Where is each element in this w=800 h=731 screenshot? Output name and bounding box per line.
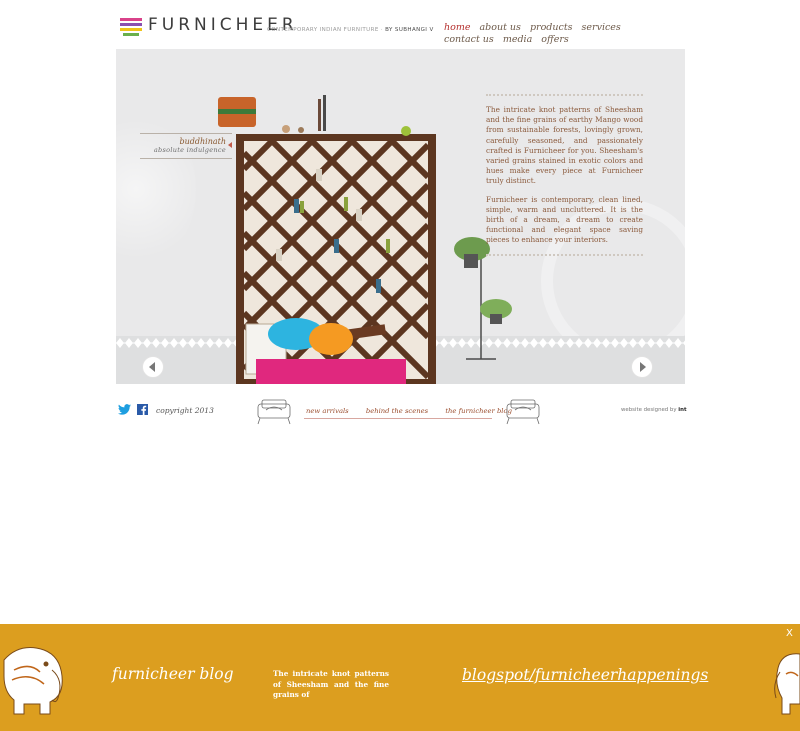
product-caption-subtitle: absolute indulgence — [153, 146, 226, 154]
site-logo[interactable]: FURNICHEER — [120, 16, 298, 36]
blog-banner-title: furnicheer blog — [112, 665, 234, 683]
footer-links: new arrivals behind the scenes the furni… — [306, 407, 527, 415]
slider-prev-button[interactable] — [142, 356, 164, 378]
hero-slider: buddhinath absolute indulgence The intri… — [116, 49, 685, 384]
blog-banner-snippet: The intricate knot patterns of Sheesham … — [273, 669, 389, 699]
hero-paragraph-2: Furnicheer is contemporary, clean lined,… — [486, 194, 643, 245]
footer-link-behind-the-scenes[interactable]: behind the scenes — [366, 407, 428, 415]
slider-next-button[interactable] — [631, 356, 653, 378]
copyright-text: copyright 2013 — [156, 406, 214, 415]
nav-item-about-us[interactable]: about us — [480, 22, 521, 33]
footer-links-section: new arrivals behind the scenes the furni… — [252, 396, 545, 428]
logo-mark-icon — [120, 18, 142, 36]
elephant-right-icon — [774, 653, 800, 715]
nav-item-contact-us[interactable]: contact us — [444, 34, 494, 45]
footer-link-new-arrivals[interactable]: new arrivals — [306, 407, 349, 415]
nav-item-services[interactable]: services — [582, 22, 621, 33]
divider-bottom — [486, 253, 643, 256]
tagline: CONTEMPORARY INDIAN FURNITURE · BY SUBHA… — [267, 27, 434, 33]
sofa-sketch-icon-right — [506, 399, 540, 425]
nav-item-media[interactable]: media — [503, 34, 532, 45]
nav-item-offers[interactable]: offers — [541, 34, 569, 45]
elephant-left-icon — [3, 647, 63, 715]
hero-description: The intricate knot patterns of Sheesham … — [486, 94, 643, 256]
tagline-author: BY SUBHANGI V — [385, 27, 434, 33]
social-links — [118, 404, 148, 415]
nav-item-home[interactable]: home — [444, 22, 470, 33]
divider-top — [486, 94, 643, 96]
hero-paragraph-1: The intricate knot patterns of Sheesham … — [486, 105, 643, 186]
blog-banner-link[interactable]: blogspot/furnicheerhappenings — [462, 666, 708, 684]
designer-credit[interactable]: website designed by int — [621, 407, 687, 413]
facebook-icon[interactable] — [137, 404, 148, 415]
banner-close-button[interactable]: X — [786, 628, 793, 639]
main-nav: home about us products services contact … — [444, 22, 676, 46]
product-caption-title: buddhinath — [179, 137, 226, 146]
nav-item-products[interactable]: products — [530, 22, 573, 33]
twitter-icon[interactable] — [118, 404, 131, 415]
arrow-left-icon — [149, 362, 155, 372]
blog-banner: furnicheer blog The intricate knot patte… — [0, 624, 800, 731]
footer-links-underline — [304, 418, 492, 419]
sofa-sketch-icon — [257, 399, 291, 425]
arrow-right-icon — [640, 362, 646, 372]
